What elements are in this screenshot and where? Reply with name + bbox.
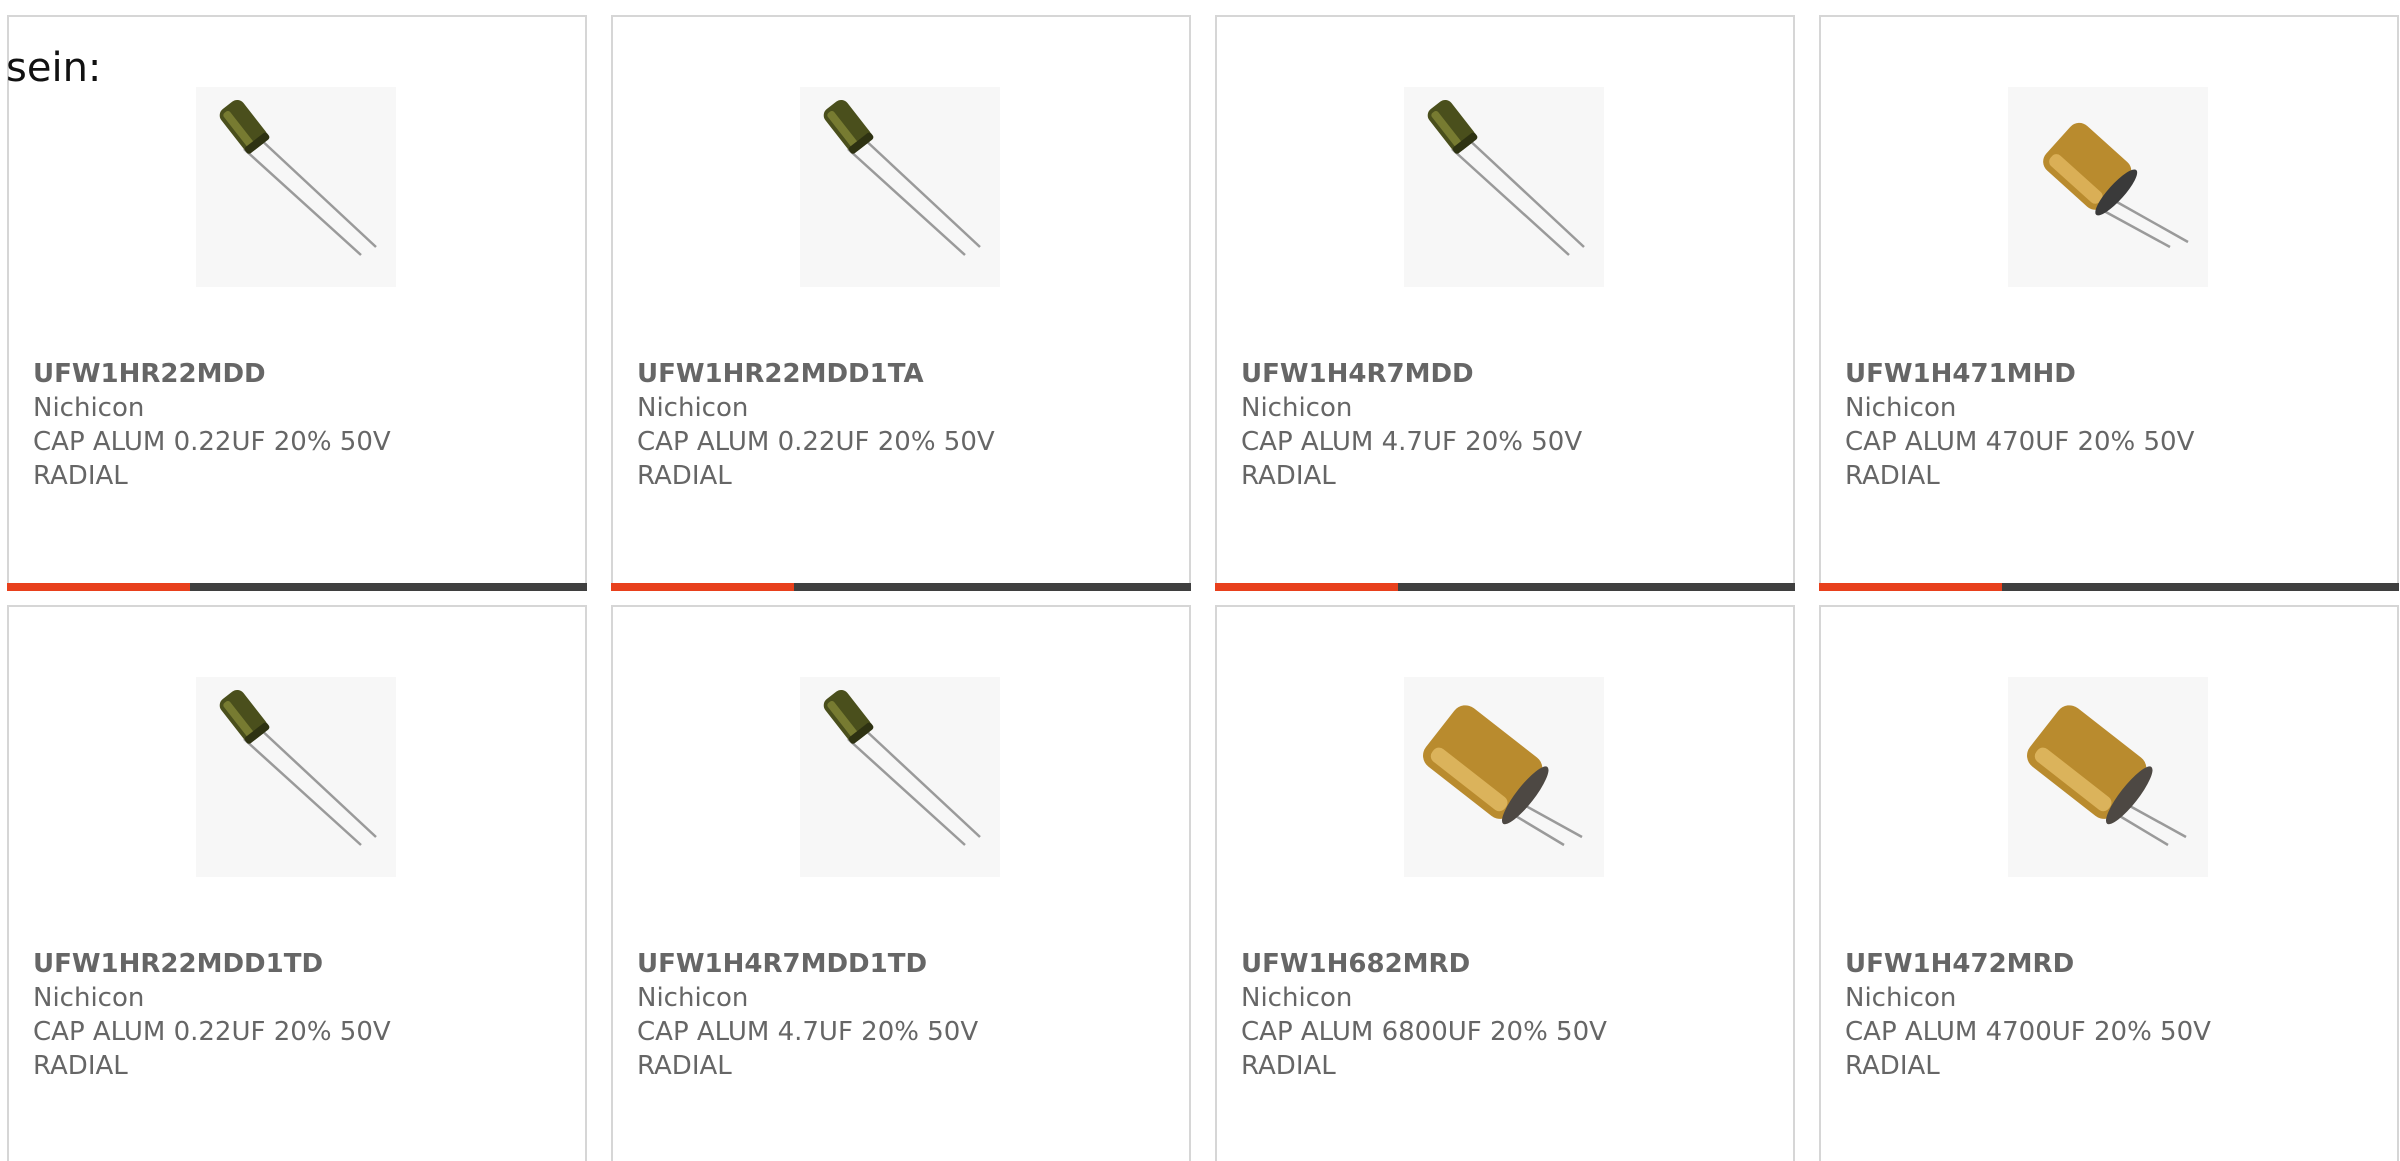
part-number-link[interactable]: UFW1H472MRD — [1845, 947, 2377, 981]
product-description: CAP ALUM 0.22UF 20% 50V RADIAL — [33, 1017, 391, 1081]
part-number-link[interactable]: UFW1H4R7MDD — [1241, 357, 1773, 391]
part-number-link[interactable]: UFW1H682MRD — [1241, 947, 1773, 981]
product-card[interactable]: UFW1HR22MDD1TA Nichicon CAP ALUM 0.22UF 20… — [611, 15, 1191, 591]
product-description: CAP ALUM 4.7UF 20% 50V RADIAL — [637, 1017, 979, 1081]
product-grid: UFW1HR22MDD Nichicon CAP ALUM 0.22UF 20% 5… — [0, 0, 2400, 1161]
card-divider-bar — [7, 583, 587, 591]
product-card[interactable]: UFW1H4R7MDD1TD Nichicon CAP ALUM 4.7UF 20%… — [611, 605, 1191, 1161]
manufacturer-name: Nichicon — [33, 393, 145, 423]
product-description: CAP ALUM 4.7UF 20% 50V RADIAL — [1241, 427, 1583, 491]
small-green-capacitor-image[interactable] — [800, 677, 1000, 877]
large-gold-capacitor-image[interactable] — [2008, 677, 2208, 877]
product-description: CAP ALUM 4700UF 20% 50V RADIAL — [1845, 1017, 2211, 1081]
product-description: CAP ALUM 6800UF 20% 50V RADIAL — [1241, 1017, 1607, 1081]
gold-capacitor-image[interactable] — [2008, 87, 2208, 287]
card-divider-bar — [1215, 583, 1795, 591]
product-card[interactable]: UFW1H682MRD Nichicon CAP ALUM 6800UF 20% 5… — [1215, 605, 1795, 1161]
product-card[interactable]: UFW1H4R7MDD Nichicon CAP ALUM 4.7UF 20% 50… — [1215, 15, 1795, 591]
product-info: UFW1H471MHD Nichicon CAP ALUM 470UF 20% 50… — [1845, 357, 2377, 493]
product-card[interactable]: UFW1HR22MDD1TD Nichicon CAP ALUM 0.22UF 20… — [7, 605, 587, 1161]
product-info: UFW1H472MRD Nichicon CAP ALUM 4700UF 20% 5… — [1845, 947, 2377, 1083]
manufacturer-name: Nichicon — [1241, 983, 1353, 1013]
product-card[interactable]: UFW1H471MHD Nichicon CAP ALUM 470UF 20% 50… — [1819, 15, 2399, 591]
product-description: CAP ALUM 470UF 20% 50V RADIAL — [1845, 427, 2195, 491]
card-divider-bar — [1819, 583, 2399, 591]
product-card[interactable]: UFW1H472MRD Nichicon CAP ALUM 4700UF 20% 5… — [1819, 605, 2399, 1161]
product-info: UFW1H4R7MDD Nichicon CAP ALUM 4.7UF 20% 50… — [1241, 357, 1773, 493]
small-green-capacitor-image[interactable] — [196, 87, 396, 287]
product-info: UFW1HR22MDD Nichicon CAP ALUM 0.22UF 20% 5… — [33, 357, 565, 493]
part-number-link[interactable]: UFW1HR22MDD1TA — [637, 357, 1169, 391]
manufacturer-name: Nichicon — [637, 393, 749, 423]
manufacturer-name: Nichicon — [1845, 983, 1957, 1013]
manufacturer-name: Nichicon — [637, 983, 749, 1013]
product-info: UFW1HR22MDD1TA Nichicon CAP ALUM 0.22UF 20… — [637, 357, 1169, 493]
card-accent-bar — [7, 583, 190, 591]
product-description: CAP ALUM 0.22UF 20% 50V RADIAL — [637, 427, 995, 491]
card-divider-bar — [611, 583, 1191, 591]
manufacturer-name: Nichicon — [1845, 393, 1957, 423]
small-green-capacitor-image[interactable] — [800, 87, 1000, 287]
card-accent-bar — [1215, 583, 1398, 591]
large-gold-capacitor-image[interactable] — [1404, 677, 1604, 877]
part-number-link[interactable]: UFW1H4R7MDD1TD — [637, 947, 1169, 981]
product-card[interactable]: UFW1HR22MDD Nichicon CAP ALUM 0.22UF 20% 5… — [7, 15, 587, 591]
product-info: UFW1HR22MDD1TD Nichicon CAP ALUM 0.22UF 20… — [33, 947, 565, 1083]
part-number-link[interactable]: UFW1HR22MDD1TD — [33, 947, 565, 981]
manufacturer-name: Nichicon — [33, 983, 145, 1013]
intro-text: sein: — [6, 45, 102, 91]
card-accent-bar — [611, 583, 794, 591]
small-green-capacitor-image[interactable] — [196, 677, 396, 877]
part-number-link[interactable]: UFW1H471MHD — [1845, 357, 2377, 391]
product-listing-page: sein: UFW1HR22MDD Nichicon CAP ALUM 0.22UF… — [0, 0, 2400, 1161]
small-green-capacitor-image[interactable] — [1404, 87, 1604, 287]
product-info: UFW1H682MRD Nichicon CAP ALUM 6800UF 20% 5… — [1241, 947, 1773, 1083]
product-info: UFW1H4R7MDD1TD Nichicon CAP ALUM 4.7UF 20%… — [637, 947, 1169, 1083]
product-description: CAP ALUM 0.22UF 20% 50V RADIAL — [33, 427, 391, 491]
card-accent-bar — [1819, 583, 2002, 591]
manufacturer-name: Nichicon — [1241, 393, 1353, 423]
part-number-link[interactable]: UFW1HR22MDD — [33, 357, 565, 391]
